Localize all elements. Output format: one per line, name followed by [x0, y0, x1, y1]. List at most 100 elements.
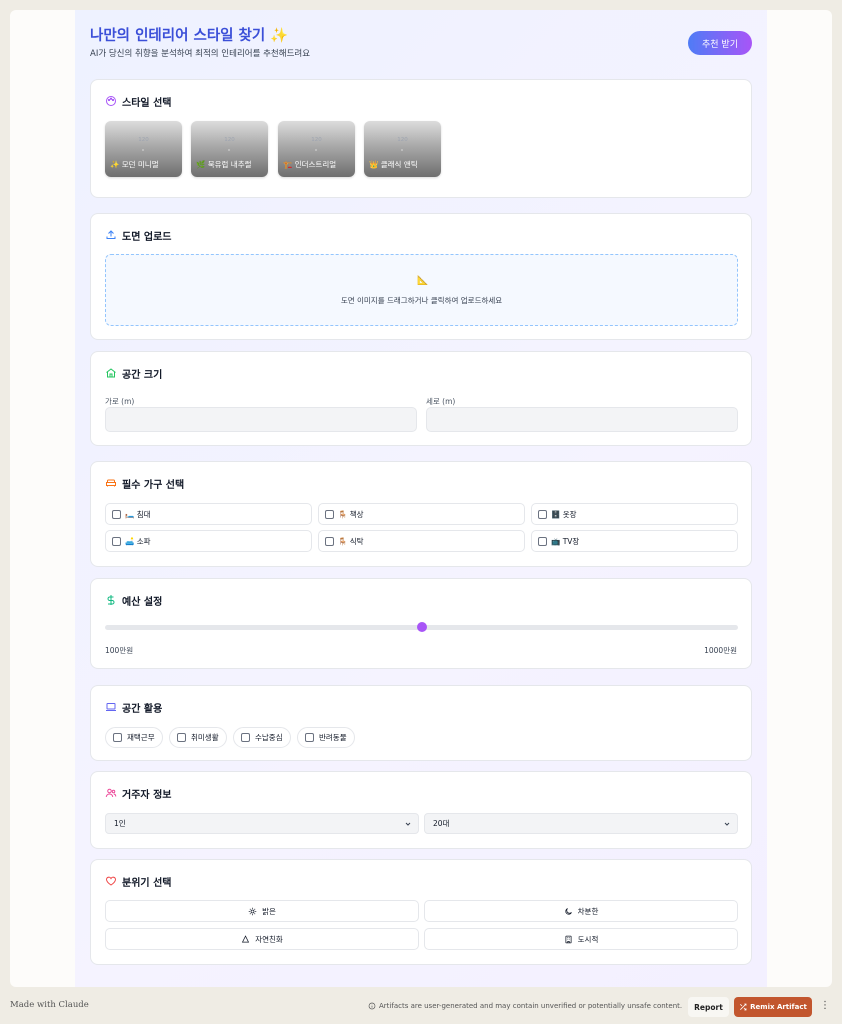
dollar-icon	[107, 595, 115, 605]
furniture-option-label: 🪑 식탁	[338, 536, 364, 546]
tree-icon	[242, 934, 250, 942]
furniture-option-label: 🛏️ 침대	[125, 509, 151, 519]
checkbox[interactable]	[241, 733, 250, 742]
budget-slider[interactable]	[105, 622, 738, 632]
resident-card: 거주자 정보 1인 20대	[90, 771, 752, 849]
usage-card: 공간 활용 재택근무 취미생활 수납중심 반려동물	[90, 685, 752, 761]
palette-icon	[106, 96, 116, 106]
furniture-option-wardrobe[interactable]: 🗄️ 옷장	[531, 503, 738, 525]
furniture-card: 필수 가구 선택 🛏️ 침대 🪑 책상 🗄️ 옷장 🛋️ 소파 🪑 식탁 📺 T…	[90, 461, 752, 567]
furniture-option-dining-table[interactable]: 🪑 식탁	[318, 530, 525, 552]
resident-count-select[interactable]: 1인	[105, 813, 419, 834]
sofa-icon	[106, 479, 116, 487]
usage-option-label: 반려동물	[319, 733, 347, 742]
image-placeholder-size: 120	[311, 137, 322, 143]
style-card-header: 스타일 선택	[105, 94, 171, 109]
furniture-card-title: 필수 가구 선택	[122, 479, 185, 491]
furniture-option-bed[interactable]: 🛏️ 침대	[105, 503, 312, 525]
furniture-option-desk[interactable]: 🪑 책상	[318, 503, 525, 525]
style-option-industrial[interactable]: 120 🏗️ 인더스트리얼	[278, 121, 355, 177]
usage-card-title: 공간 활용	[122, 703, 163, 715]
mood-option-label: 차분한	[577, 906, 599, 916]
mood-card: 분위기 선택 밝은 차분한 자연친화 도시적	[90, 859, 752, 965]
size-card-title: 공간 크기	[122, 369, 163, 381]
budget-card-header: 예산 설정	[105, 593, 163, 608]
chevron-down-icon	[724, 822, 730, 826]
more-options-icon[interactable]: ⋮	[820, 1000, 830, 1011]
furniture-option-label: 📺 TV장	[551, 536, 580, 546]
checkbox[interactable]	[538, 509, 547, 519]
size-card: 공간 크기 가로 (m) 세로 (m)	[90, 351, 752, 446]
checkbox[interactable]	[112, 536, 121, 546]
width-label: 가로 (m)	[105, 397, 135, 406]
furniture-option-label: 🗄️ 옷장	[551, 509, 577, 519]
triangular-ruler-icon: 📐	[417, 276, 429, 286]
style-option-label: 🌿 북유럽 내추럴	[196, 160, 252, 169]
style-option-label: 🏗️ 인더스트리얼	[283, 160, 337, 169]
usage-option-pets[interactable]: 반려동물	[297, 727, 355, 748]
home-icon	[106, 368, 116, 378]
resident-card-header: 거주자 정보	[105, 786, 171, 801]
usage-option-label: 수납중심	[255, 733, 283, 742]
checkbox[interactable]	[112, 509, 121, 519]
height-input[interactable]	[426, 407, 738, 432]
mood-option-label: 밝은	[262, 906, 276, 916]
checkbox[interactable]	[538, 536, 547, 546]
furniture-card-header: 필수 가구 선택	[105, 476, 185, 491]
checkbox[interactable]	[305, 733, 314, 742]
furniture-option-tv-stand[interactable]: 📺 TV장	[531, 530, 738, 552]
laptop-icon	[106, 703, 116, 711]
height-label: 세로 (m)	[426, 397, 456, 406]
usage-option-remote-work[interactable]: 재택근무	[105, 727, 163, 748]
usage-option-hobby[interactable]: 취미생활	[169, 727, 227, 748]
width-input[interactable]	[105, 407, 417, 432]
info-icon	[368, 1002, 376, 1010]
upload-icon	[106, 230, 116, 239]
upload-card-title: 도면 업로드	[122, 231, 172, 243]
usage-card-header: 공간 활용	[105, 700, 163, 715]
mood-option-label: 자연친화	[255, 934, 283, 944]
made-with-claude: Made with Claude	[10, 1000, 89, 1010]
checkbox[interactable]	[325, 536, 334, 546]
remix-icon	[740, 1003, 747, 1011]
usage-option-label: 취미생활	[191, 733, 219, 742]
remix-artifact-button[interactable]: Remix Artifact	[734, 997, 812, 1017]
mood-option-bright[interactable]: 밝은	[105, 900, 419, 922]
checkbox[interactable]	[325, 509, 334, 519]
budget-card-title: 예산 설정	[122, 596, 163, 608]
budget-card: 예산 설정 100만원 1000만원	[90, 578, 752, 669]
moon-icon	[565, 907, 572, 915]
recommend-button[interactable]: 추천 받기	[688, 31, 752, 55]
report-button[interactable]: Report	[688, 997, 729, 1017]
floorplan-dropzone[interactable]: 📐 도면 이미지를 드래그하거나 클릭하여 업로드하세요	[105, 254, 738, 326]
remix-label: Remix Artifact	[750, 1003, 807, 1011]
image-placeholder-size: 120	[224, 137, 235, 143]
mood-option-calm[interactable]: 차분한	[424, 900, 738, 922]
furniture-option-sofa[interactable]: 🛋️ 소파	[105, 530, 312, 552]
checkbox[interactable]	[177, 733, 186, 742]
mood-option-urban[interactable]: 도시적	[424, 928, 738, 950]
style-option-modern-minimal[interactable]: 120 ✨ 모던 미니멀	[105, 121, 182, 177]
checkbox[interactable]	[113, 733, 122, 742]
chevron-down-icon	[405, 822, 411, 826]
style-option-classic-antique[interactable]: 120 👑 클래식 앤틱	[364, 121, 441, 177]
usage-option-storage[interactable]: 수납중심	[233, 727, 291, 748]
upload-card-header: 도면 업로드	[105, 228, 172, 243]
artifact-footer: Made with Claude Artifacts are user-gene…	[0, 990, 842, 1024]
image-placeholder-size: 120	[397, 137, 408, 143]
image-placeholder-dot	[228, 149, 230, 151]
dropzone-text: 도면 이미지를 드래그하거나 클릭하여 업로드하세요	[340, 296, 503, 305]
disclaimer-text: Artifacts are user-generated and may con…	[379, 1002, 683, 1010]
style-option-label: 👑 클래식 앤틱	[369, 160, 418, 169]
page-subtitle: AI가 당신의 취향을 분석하여 최적의 인테리어를 추천해드려요	[90, 49, 311, 59]
sun-icon	[248, 907, 257, 915]
mood-option-nature[interactable]: 자연친화	[105, 928, 419, 950]
resident-age-select[interactable]: 20대	[424, 813, 738, 834]
style-option-nordic-natural[interactable]: 120 🌿 북유럽 내추럴	[191, 121, 268, 177]
heart-icon	[106, 876, 116, 886]
image-placeholder-dot	[315, 149, 317, 151]
mood-card-title: 분위기 선택	[122, 877, 172, 889]
budget-slider-thumb[interactable]	[416, 622, 427, 632]
image-placeholder-dot	[401, 149, 403, 151]
mood-card-header: 분위기 선택	[105, 874, 172, 889]
